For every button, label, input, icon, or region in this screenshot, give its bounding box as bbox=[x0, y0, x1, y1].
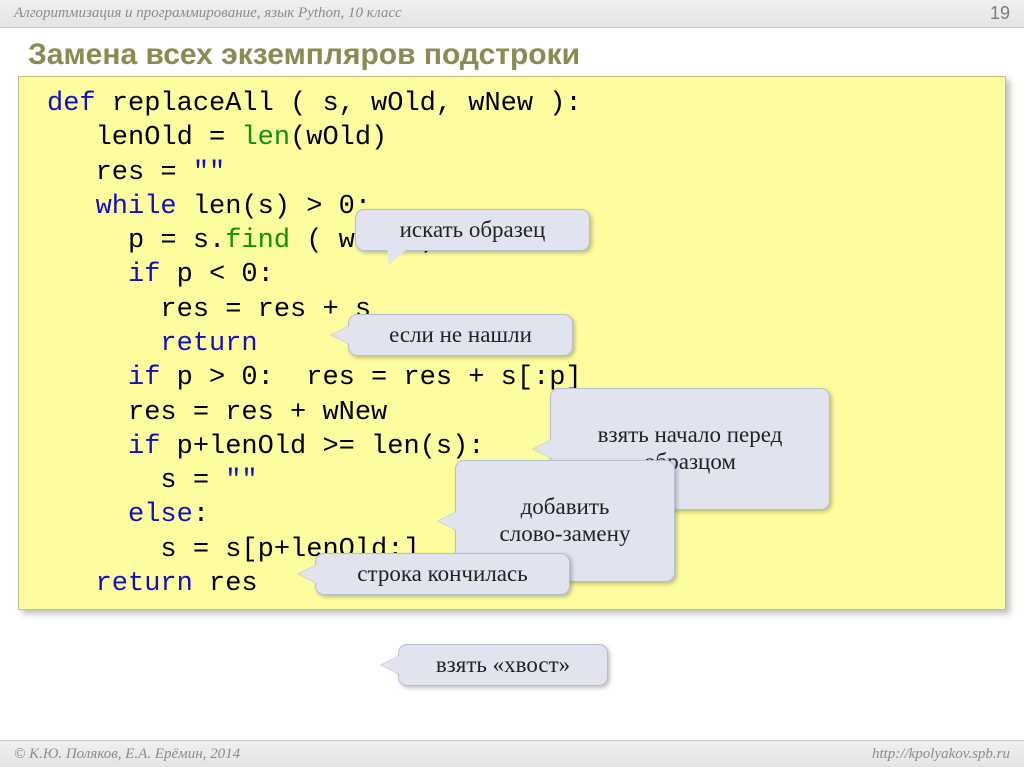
callout-tail bbox=[331, 325, 351, 345]
callout-ended: строка кончилась bbox=[315, 553, 570, 595]
kw-if: if bbox=[47, 432, 160, 462]
callout-tailstr: взять «хвост» bbox=[398, 644, 608, 686]
callout-tail bbox=[438, 511, 458, 531]
slide-title: Замена всех экземпляров подстроки bbox=[28, 38, 1024, 72]
callout-tail bbox=[381, 655, 401, 675]
kw-if: if bbox=[47, 260, 160, 290]
fn-len: len bbox=[241, 123, 290, 153]
footer-url: http://kpolyakov.spb.ru bbox=[872, 746, 1010, 763]
kw-return: return bbox=[47, 569, 193, 599]
kw-return: return bbox=[47, 329, 258, 359]
kw-if: if bbox=[47, 363, 160, 393]
course-label: Алгоритмизация и программирование, язык … bbox=[14, 5, 402, 22]
callout-tail bbox=[533, 439, 553, 459]
page-number: 19 bbox=[990, 3, 1010, 24]
footer-bar: © К.Ю. Поляков, Е.А. Ерёмин, 2014 http:/… bbox=[0, 740, 1024, 767]
header-bar: Алгоритмизация и программирование, язык … bbox=[0, 0, 1024, 28]
callout-search: искать образец bbox=[355, 209, 590, 251]
kw-def: def bbox=[47, 89, 96, 119]
callout-notfound: если не нашли bbox=[348, 314, 573, 356]
kw-else: else bbox=[47, 500, 193, 530]
kw-while: while bbox=[47, 192, 177, 222]
callout-tail bbox=[298, 564, 318, 584]
copyright: © К.Ю. Поляков, Е.А. Ерёмин, 2014 bbox=[14, 746, 240, 763]
fn-find: find bbox=[225, 226, 290, 256]
